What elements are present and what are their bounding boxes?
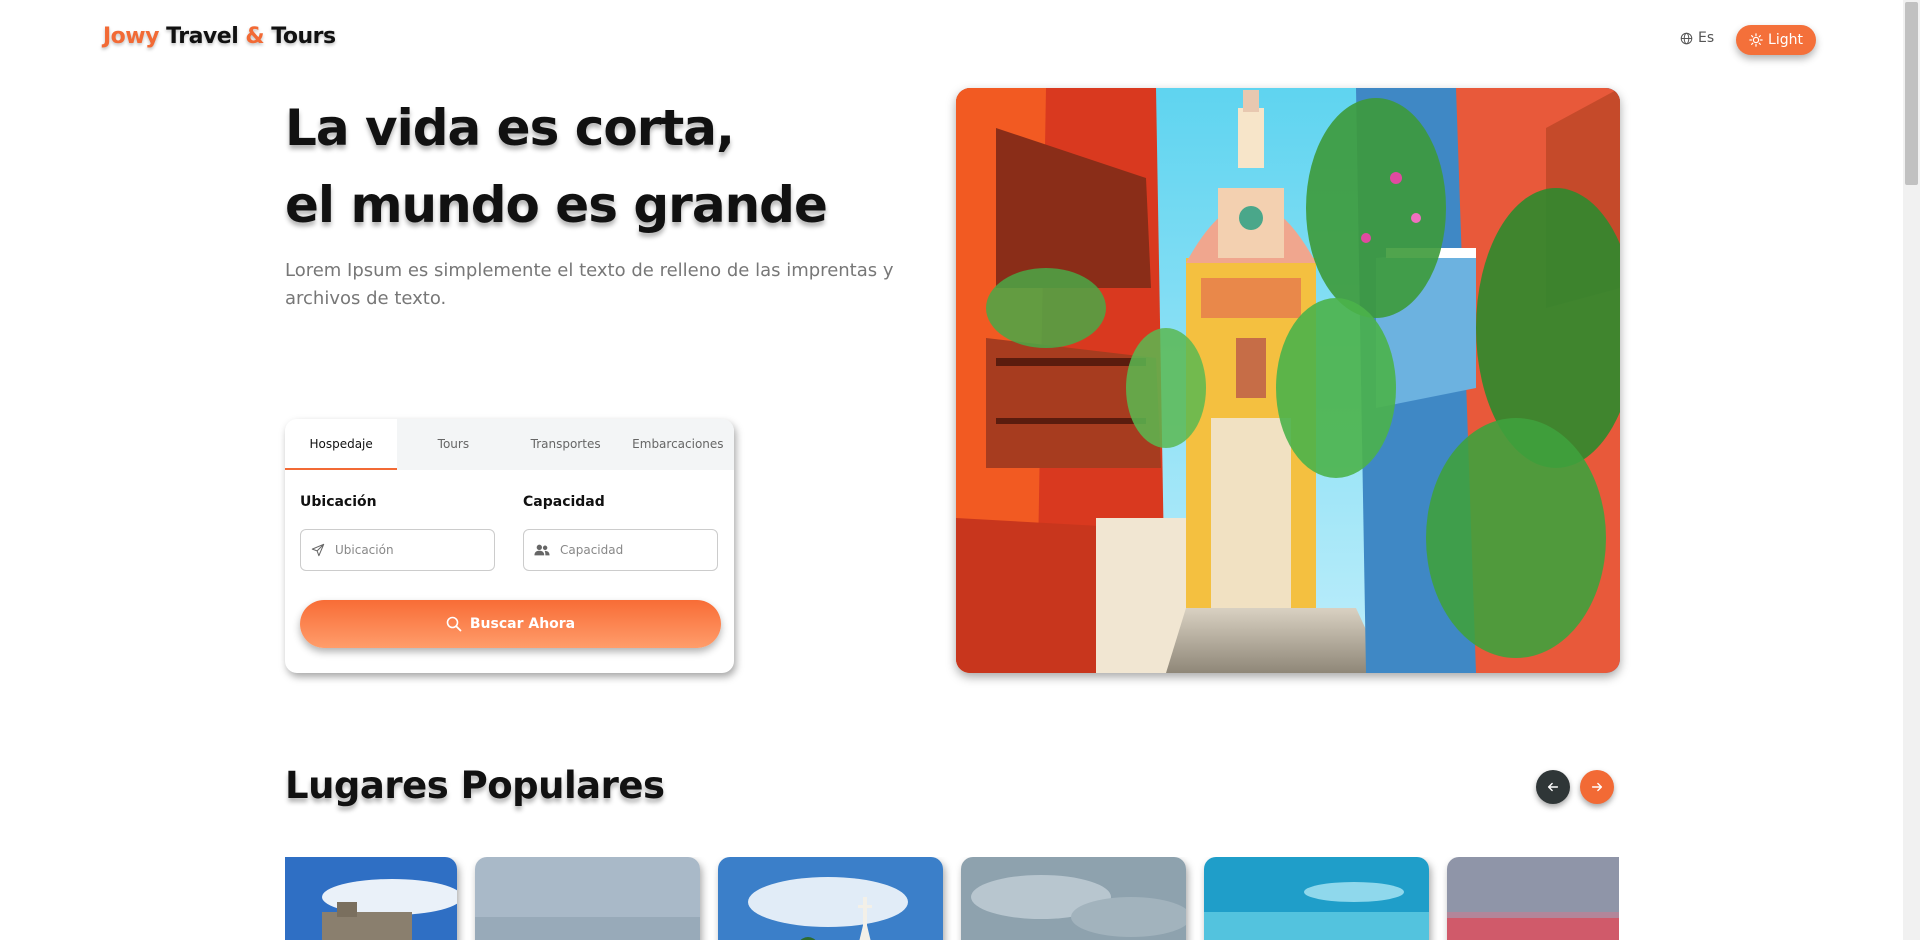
hero-title: La vida es corta, el mundo es grande [285,90,828,244]
place-card[interactable] [1447,857,1619,940]
hero-title-line-2: el mundo es grande [285,176,828,234]
place-card[interactable] [961,857,1186,940]
brand-ampersand: & [245,24,265,49]
send-icon [311,543,325,557]
scrollbar-thumb[interactable] [1905,2,1918,185]
search-tabs: Hospedaje Tours Transportes Embarcacione… [285,419,734,470]
brand-part-2: Travel [166,24,239,49]
brand-logo[interactable]: Jowy Travel & Tours [103,24,336,49]
location-label: Ubicación [300,494,377,510]
theme-toggle-label: Light [1768,32,1803,48]
page-scrollbar[interactable] [1903,0,1920,940]
hero-image [956,88,1620,673]
carousel-prev-button[interactable] [1536,770,1570,804]
section-title: Lugares Populares [285,764,665,807]
tab-embarcaciones[interactable]: Embarcaciones [622,419,734,470]
language-selector[interactable]: Es [1680,30,1714,46]
arrow-right-icon [1591,782,1603,792]
sun-icon [1749,33,1763,47]
capacity-input[interactable] [558,542,712,558]
tab-hospedaje[interactable]: Hospedaje [285,419,398,470]
location-input[interactable] [333,542,487,558]
tab-tours[interactable]: Tours [397,419,509,470]
popular-places-carousel[interactable] [285,857,1619,940]
capacity-label: Capacidad [523,494,605,510]
theme-toggle-button[interactable]: Light [1736,25,1816,55]
users-icon [534,544,550,556]
search-button-label: Buscar Ahora [469,616,576,632]
brand-part-1: Jowy [103,24,159,49]
place-card[interactable] [718,857,943,940]
place-card[interactable] [1204,857,1429,940]
search-card: Hospedaje Tours Transportes Embarcacione… [285,419,734,673]
capacity-field[interactable] [523,529,718,571]
arrow-left-icon [1547,782,1559,792]
brand-part-3: Tours [271,24,336,49]
tab-transportes[interactable]: Transportes [510,419,622,470]
location-field[interactable] [300,529,495,571]
language-label: Es [1698,30,1715,46]
place-card[interactable] [285,857,457,940]
globe-icon [1680,32,1693,44]
hero-title-line-1: La vida es corta, [285,99,735,157]
search-icon [446,616,462,632]
hero-subtitle: Lorem Ipsum es simplemente el texto de r… [285,260,894,309]
carousel-next-button[interactable] [1580,770,1614,804]
search-button[interactable]: Buscar Ahora [300,600,721,648]
place-card[interactable] [475,857,700,940]
